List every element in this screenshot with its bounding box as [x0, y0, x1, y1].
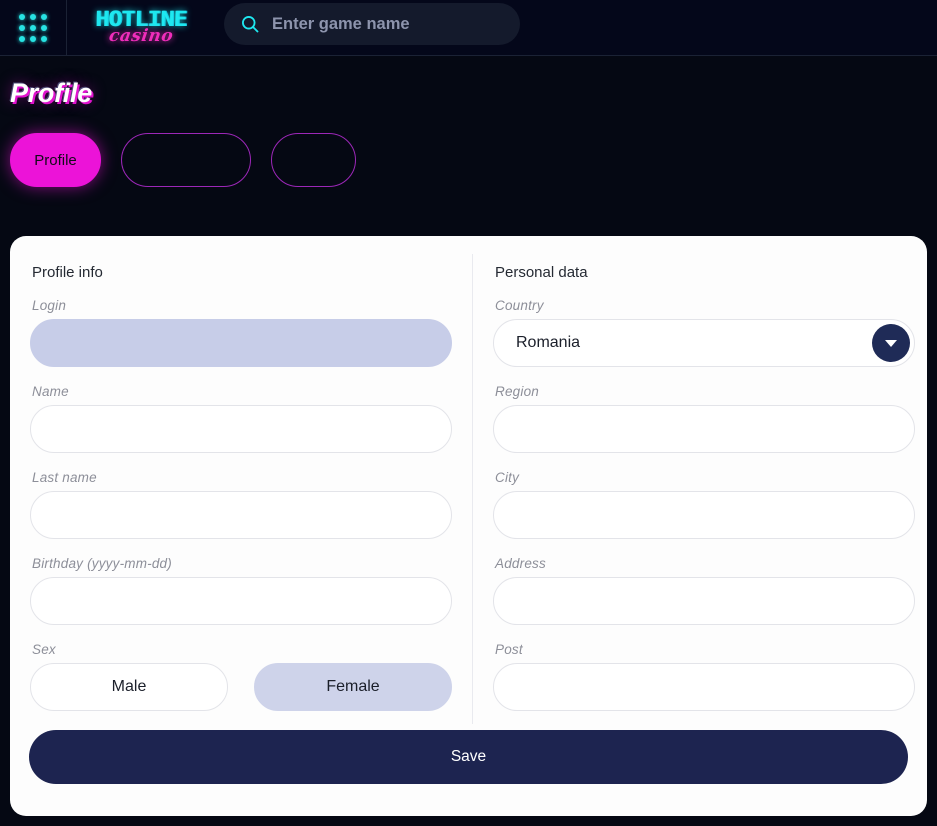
tab-tertiary[interactable]	[271, 133, 356, 187]
field-city-label: City	[495, 470, 520, 485]
field-address-label: Address	[495, 556, 546, 571]
address-input[interactable]	[493, 577, 915, 625]
tab-secondary[interactable]	[121, 133, 251, 187]
post-input[interactable]	[493, 663, 915, 711]
login-input	[30, 319, 452, 367]
sex-option-male[interactable]: Male	[30, 663, 228, 711]
save-button[interactable]: Save	[29, 730, 908, 784]
field-region-label: Region	[495, 384, 539, 399]
apps-menu-button[interactable]	[0, 0, 67, 56]
tab-profile[interactable]: Profile	[10, 133, 101, 187]
profile-tabs: Profile	[10, 133, 937, 187]
field-post-label: Post	[495, 642, 523, 657]
personal-data-column: Personal data Country Region City Addres…	[473, 254, 917, 724]
field-last-name: Last name	[30, 470, 452, 539]
field-last-name-label: Last name	[32, 470, 97, 485]
logo-wordmark-bottom: casino	[107, 26, 175, 46]
field-login-label: Login	[32, 298, 67, 313]
country-select-value[interactable]	[493, 319, 915, 367]
profile-info-column: Profile info Login Name Last name Birthd…	[28, 254, 473, 724]
field-birthday-label: Birthday (yyyy-mm-dd)	[32, 556, 172, 571]
personal-data-title: Personal data	[495, 264, 588, 281]
field-login: Login	[30, 298, 452, 367]
region-input[interactable]	[493, 405, 915, 453]
tab-profile-label: Profile	[34, 151, 77, 169]
field-birthday: Birthday (yyyy-mm-dd)	[30, 556, 452, 625]
field-region: Region	[493, 384, 915, 453]
name-input[interactable]	[30, 405, 452, 453]
field-address: Address	[493, 556, 915, 625]
field-name-label: Name	[32, 384, 69, 399]
field-name: Name	[30, 384, 452, 453]
field-country-label: Country	[495, 298, 544, 313]
search-input[interactable]	[272, 14, 502, 34]
field-sex: Sex Male Female	[30, 642, 452, 711]
game-search-box[interactable]	[224, 3, 520, 45]
app-header: HOTLINE casino	[0, 0, 937, 56]
field-post: Post	[493, 642, 915, 711]
birthday-input[interactable]	[30, 577, 452, 625]
last-name-input[interactable]	[30, 491, 452, 539]
city-input[interactable]	[493, 491, 915, 539]
profile-info-title: Profile info	[32, 264, 103, 281]
search-icon	[242, 16, 259, 33]
country-select[interactable]	[493, 319, 915, 367]
field-sex-label: Sex	[32, 642, 56, 657]
form-columns: Profile info Login Name Last name Birthd…	[28, 254, 915, 724]
profile-card: Profile info Login Name Last name Birthd…	[10, 236, 927, 816]
field-city: City	[493, 470, 915, 539]
site-logo[interactable]: HOTLINE casino	[67, 0, 207, 56]
sex-toggle-group: Male Female	[30, 663, 452, 711]
sex-option-female[interactable]: Female	[254, 663, 452, 711]
page-title: Profile	[10, 78, 92, 108]
apps-grid-icon	[19, 13, 47, 42]
field-country: Country	[493, 298, 915, 367]
chevron-down-icon[interactable]	[872, 324, 910, 362]
